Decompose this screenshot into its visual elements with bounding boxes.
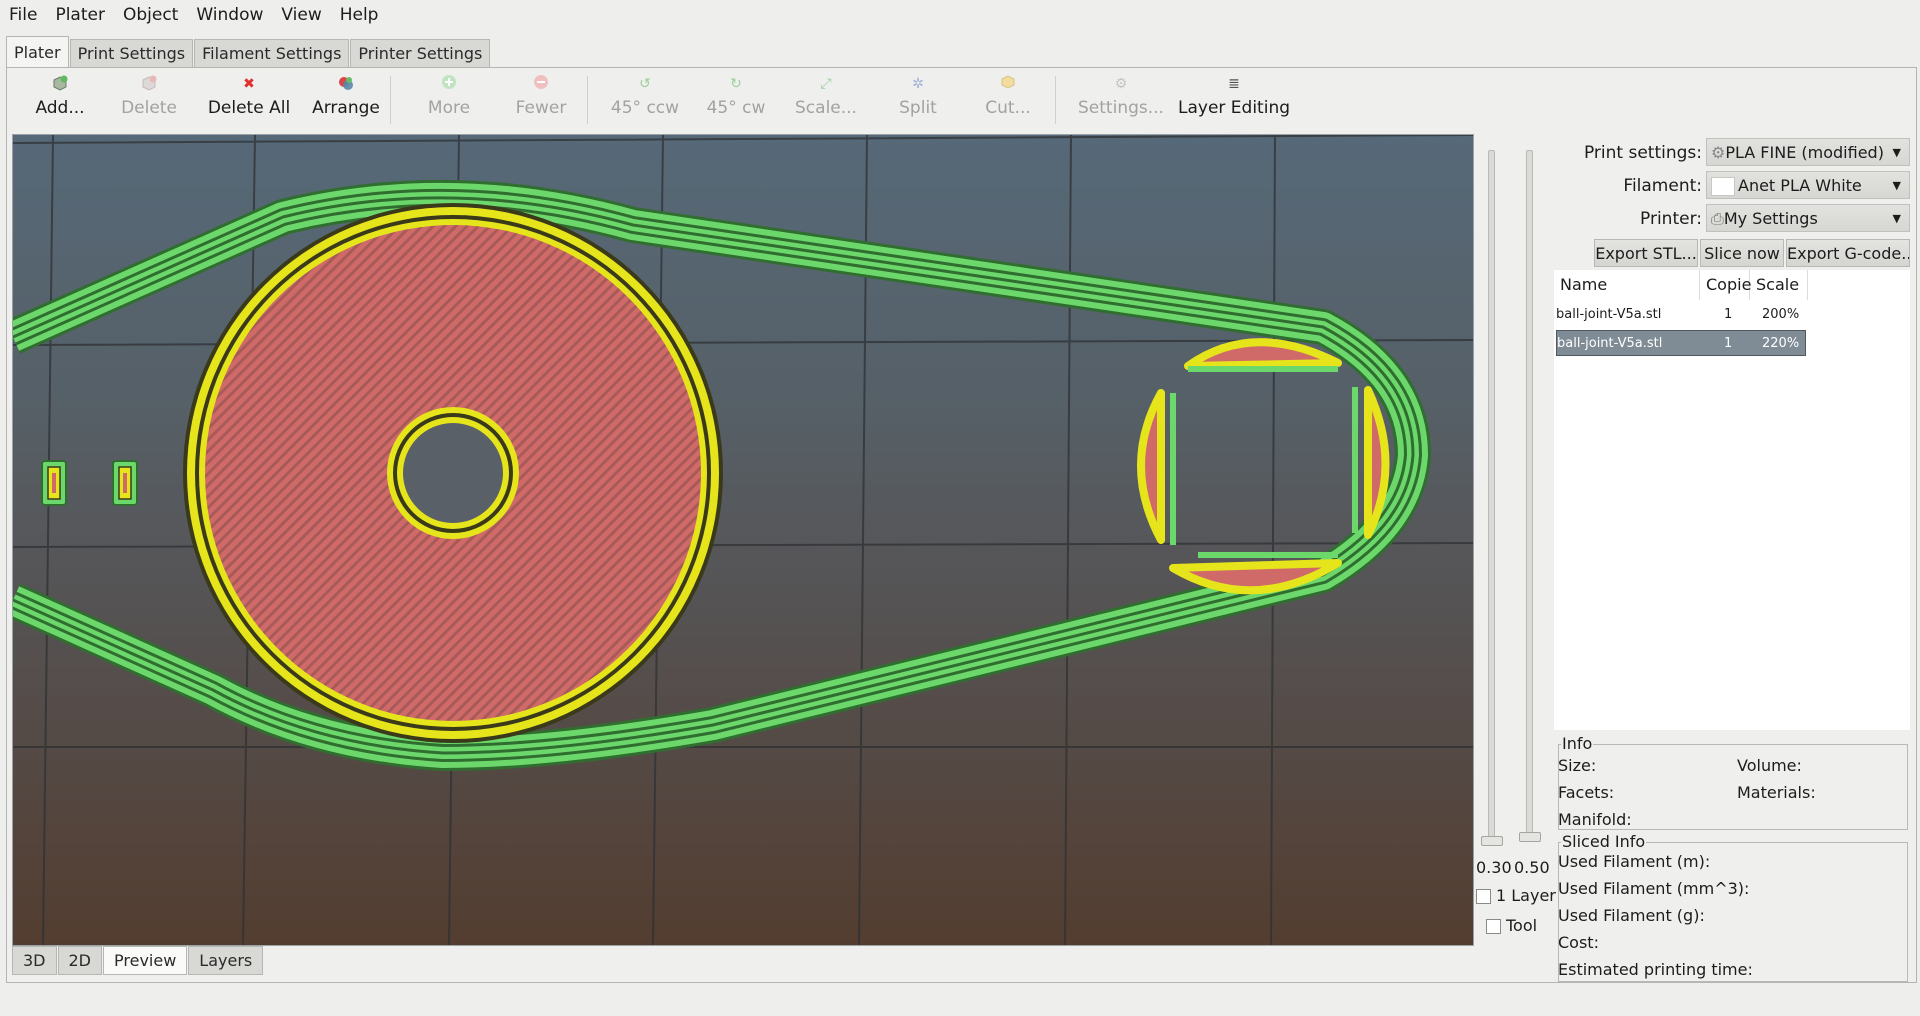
tab-preview[interactable]: Preview bbox=[103, 946, 188, 975]
gear-icon: ⚙ bbox=[1711, 143, 1726, 162]
view-mode-tabs: 3D 2D Preview Layers bbox=[12, 946, 264, 975]
split-icon: ✲ bbox=[912, 76, 924, 92]
info-manifold-label: Manifold: bbox=[1558, 810, 1632, 829]
plus-icon bbox=[414, 74, 484, 94]
fewer-button[interactable]: Fewer bbox=[506, 74, 576, 124]
used-filament-mm3-label: Used Filament (mm^3): bbox=[1558, 879, 1750, 898]
min-layer-value: 0.30 bbox=[1476, 858, 1512, 877]
toolbar-separator bbox=[587, 76, 588, 124]
menu-plater[interactable]: Plater bbox=[46, 0, 114, 30]
rotate-cw-icon: ↻ bbox=[730, 76, 742, 92]
dropdown-arrow-icon: ▼ bbox=[1892, 146, 1901, 159]
column-header-name[interactable]: Name bbox=[1554, 270, 1700, 300]
printer-select[interactable]: ⎙My Settings ▼ bbox=[1706, 204, 1910, 232]
add-button[interactable]: Add... bbox=[28, 74, 92, 124]
rotate-ccw-button[interactable]: ↺ 45° ccw bbox=[604, 74, 686, 124]
arrange-button[interactable]: Arrange bbox=[306, 74, 386, 124]
right-sidebar: Print settings: ⚙PLA FINE (modified) ▼ F… bbox=[1554, 134, 1910, 984]
menu-window[interactable]: Window bbox=[187, 0, 272, 30]
object-list[interactable]: Name Copie Scale ball-joint-V5a.stl 1 20… bbox=[1554, 270, 1910, 730]
column-header-copies[interactable]: Copie bbox=[1700, 270, 1751, 300]
info-volume-label: Volume: bbox=[1737, 756, 1802, 775]
filament-color-swatch bbox=[1711, 177, 1735, 196]
layer-range-panel: 0.30 0.50 1 Layer Tool bbox=[1474, 134, 1556, 944]
layers-icon: ≣ bbox=[1228, 76, 1240, 92]
filament-row: Filament: Anet PLA White ▼ bbox=[1554, 171, 1910, 201]
scale-button[interactable]: ⤢ Scale... bbox=[790, 74, 862, 124]
menu-bar: File Plater Object Window View Help bbox=[0, 0, 1920, 30]
estimated-time-label: Estimated printing time: bbox=[1558, 960, 1753, 979]
disc-part bbox=[183, 203, 723, 743]
filament-select[interactable]: Anet PLA White ▼ bbox=[1706, 171, 1910, 199]
rotate-ccw-icon: ↺ bbox=[639, 76, 651, 92]
preview-canvas[interactable] bbox=[12, 134, 1474, 946]
max-layer-slider[interactable] bbox=[1526, 150, 1533, 842]
delete-all-icon: ✖ bbox=[243, 76, 255, 92]
one-layer-checkbox[interactable]: 1 Layer bbox=[1476, 886, 1556, 905]
more-button[interactable]: More bbox=[414, 74, 484, 124]
gear-icon: ⚙ bbox=[1114, 76, 1128, 92]
used-filament-g-label: Used Filament (g): bbox=[1558, 906, 1705, 925]
cut-button[interactable]: Cut... bbox=[972, 74, 1044, 124]
arrange-icon bbox=[306, 74, 386, 94]
tab-filament-settings[interactable]: Filament Settings bbox=[194, 39, 350, 68]
main-tabs: Plater Print Settings Filament Settings … bbox=[6, 36, 491, 68]
sliced-layer-preview bbox=[13, 135, 1473, 945]
menu-file[interactable]: File bbox=[0, 0, 46, 30]
cut-icon bbox=[972, 74, 1044, 94]
object-row[interactable]: ball-joint-V5a.stl 1 200% bbox=[1556, 302, 1806, 328]
info-materials-label: Materials: bbox=[1737, 783, 1816, 802]
one-layer-check-box[interactable] bbox=[1476, 889, 1491, 904]
min-layer-thumb[interactable] bbox=[1481, 836, 1503, 846]
printer-icon: ⎙ bbox=[1711, 209, 1724, 228]
toolbar-separator bbox=[1055, 76, 1056, 124]
dropdown-arrow-icon: ▼ bbox=[1892, 212, 1901, 225]
toolbar-separator bbox=[390, 76, 391, 124]
split-button[interactable]: ✲ Split bbox=[882, 74, 954, 124]
max-layer-thumb[interactable] bbox=[1519, 832, 1541, 842]
tool-checkbox[interactable]: Tool bbox=[1486, 916, 1537, 935]
scale-icon: ⤢ bbox=[820, 76, 832, 92]
tab-plater[interactable]: Plater bbox=[6, 36, 69, 68]
info-facets-label: Facets: bbox=[1558, 783, 1615, 802]
object-row-selected[interactable]: ball-joint-V5a.stl 1 220% bbox=[1556, 330, 1806, 356]
cost-label: Cost: bbox=[1558, 933, 1599, 952]
minus-icon bbox=[506, 74, 576, 94]
small-slot-parts bbox=[41, 460, 138, 506]
min-layer-slider[interactable] bbox=[1488, 150, 1495, 842]
export-gcode-button[interactable]: Export G-code... bbox=[1786, 239, 1910, 267]
delete-all-button[interactable]: ✖ Delete All bbox=[204, 74, 294, 124]
rotate-cw-button[interactable]: ↻ 45° cw bbox=[696, 74, 776, 124]
column-header-scale[interactable]: Scale bbox=[1750, 270, 1808, 300]
tab-print-settings[interactable]: Print Settings bbox=[69, 39, 194, 68]
menu-help[interactable]: Help bbox=[331, 0, 388, 30]
max-layer-value: 0.50 bbox=[1514, 858, 1550, 877]
menu-object[interactable]: Object bbox=[114, 0, 187, 30]
tab-printer-settings[interactable]: Printer Settings bbox=[350, 39, 491, 68]
plater-toolbar: Add... Delete ✖ Delete All Arrange More … bbox=[6, 68, 1906, 128]
delete-object-icon bbox=[114, 74, 184, 94]
used-filament-m-label: Used Filament (m): bbox=[1558, 852, 1711, 871]
slice-now-button[interactable]: Slice now bbox=[1700, 239, 1784, 267]
tab-3d[interactable]: 3D bbox=[12, 946, 57, 975]
add-object-icon bbox=[28, 74, 92, 94]
printer-row: Printer: ⎙My Settings ▼ bbox=[1554, 204, 1910, 234]
delete-button[interactable]: Delete bbox=[114, 74, 184, 124]
print-settings-select[interactable]: ⚙PLA FINE (modified) ▼ bbox=[1706, 138, 1910, 166]
settings-button[interactable]: ⚙ Settings... bbox=[1076, 74, 1166, 124]
export-stl-button[interactable]: Export STL... bbox=[1594, 239, 1698, 267]
tab-2d[interactable]: 2D bbox=[57, 946, 102, 975]
dropdown-arrow-icon: ▼ bbox=[1892, 179, 1901, 192]
menu-view[interactable]: View bbox=[272, 0, 330, 30]
layer-editing-button[interactable]: ≣ Layer Editing bbox=[1178, 74, 1290, 124]
info-size-label: Size: bbox=[1558, 756, 1597, 775]
tool-check-box[interactable] bbox=[1486, 919, 1501, 934]
print-settings-row: Print settings: ⚙PLA FINE (modified) ▼ bbox=[1554, 138, 1910, 168]
tab-layers[interactable]: Layers bbox=[188, 946, 264, 975]
